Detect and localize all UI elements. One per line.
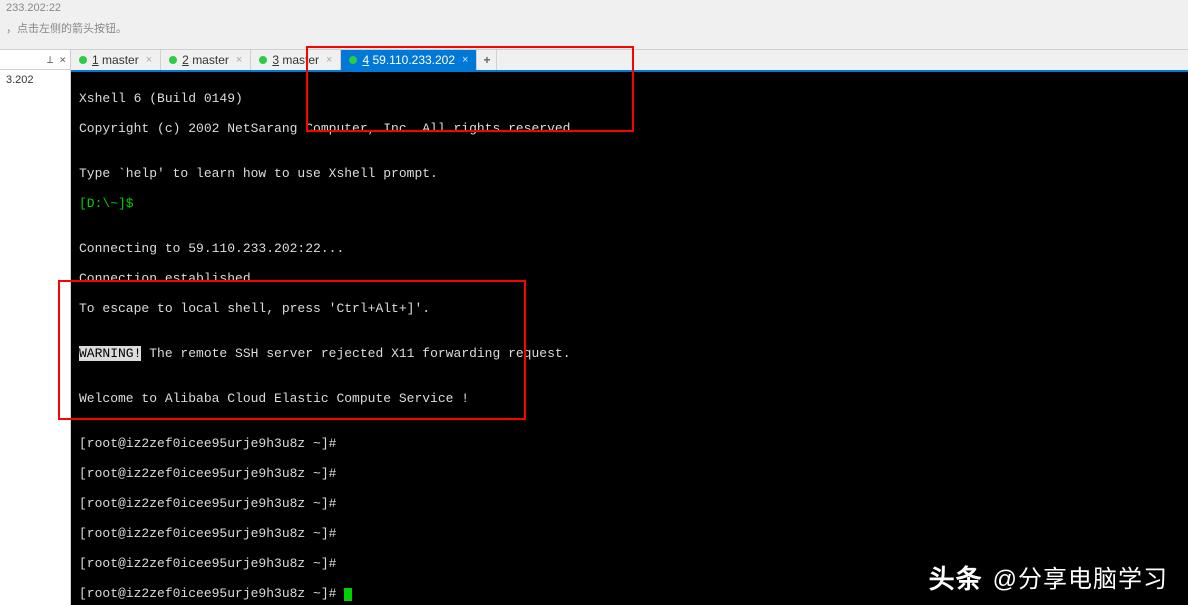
tab-bar: 1 master × 2 master × 3 master × 4 59.11… — [71, 50, 1188, 72]
tab-label: master — [282, 53, 319, 67]
tab-3[interactable]: 3 master × — [251, 50, 341, 70]
terminal-prompt: [root@iz2zef0icee95urje9h3u8z ~]# — [79, 526, 1180, 541]
tab-4[interactable]: 4 59.110.233.202 × — [341, 50, 477, 70]
tab-label: 59.110.233.202 — [373, 53, 456, 67]
terminal-line: Copyright (c) 2002 NetSarang Computer, I… — [79, 121, 1180, 136]
terminal-line: Connection established. — [79, 271, 1180, 286]
cursor-icon — [344, 588, 352, 601]
status-dot-icon — [79, 56, 87, 64]
terminal-prompt: [root@iz2zef0icee95urje9h3u8z ~]# — [79, 466, 1180, 481]
tab-number: 1 — [92, 53, 99, 67]
tab-close-icon[interactable]: × — [236, 54, 242, 66]
terminal-line: Type `help' to learn how to use Xshell p… — [79, 166, 1180, 181]
new-tab-button[interactable]: + — [477, 50, 497, 70]
tab-close-icon[interactable]: × — [462, 54, 468, 66]
titlebar-area: 233.202:22 ，点击左侧的箭头按钮。 — [0, 0, 1188, 50]
terminal-line: Xshell 6 (Build 0149) — [79, 91, 1180, 106]
status-dot-icon — [349, 56, 357, 64]
tab-close-icon[interactable]: × — [146, 54, 152, 66]
status-dot-icon — [259, 56, 267, 64]
terminal-line: WARNING! The remote SSH server rejected … — [79, 346, 1180, 361]
terminal-line: Welcome to Alibaba Cloud Elastic Compute… — [79, 391, 1180, 406]
terminal[interactable]: Xshell 6 (Build 0149) Copyright (c) 2002… — [71, 72, 1188, 605]
watermark: 头条 @分享电脑学习 — [929, 572, 1168, 587]
status-dot-icon — [169, 56, 177, 64]
tab-1[interactable]: 1 master × — [71, 50, 161, 70]
tab-number: 4 — [362, 53, 369, 67]
tab-label: master — [192, 53, 229, 67]
tab-label: master — [102, 53, 139, 67]
tab-number: 2 — [182, 53, 189, 67]
terminal-prompt: [root@iz2zef0icee95urje9h3u8z ~]# — [79, 496, 1180, 511]
close-panel-icon[interactable]: × — [59, 53, 66, 66]
hint-text: ，点击左侧的箭头按钮。 — [6, 20, 1182, 36]
watermark-text: @分享电脑学习 — [993, 572, 1168, 587]
watermark-logo: 头条 — [929, 572, 983, 587]
session-item[interactable]: 3.202 — [0, 70, 70, 90]
terminal-prompt: [root@iz2zef0icee95urje9h3u8z ~]# — [79, 436, 1180, 451]
terminal-prompt: [D:\~]$ — [79, 196, 1180, 211]
tab-number: 3 — [272, 53, 279, 67]
window-title: 233.202:22 — [6, 2, 1182, 14]
terminal-line: Connecting to 59.110.233.202:22... — [79, 241, 1180, 256]
tab-close-icon[interactable]: × — [326, 54, 332, 66]
panel-header: ⊥ × — [0, 50, 70, 70]
terminal-line: To escape to local shell, press 'Ctrl+Al… — [79, 301, 1180, 316]
session-panel: ⊥ × 3.202 — [0, 50, 71, 605]
pin-icon[interactable]: ⊥ — [47, 53, 54, 66]
tab-2[interactable]: 2 master × — [161, 50, 251, 70]
